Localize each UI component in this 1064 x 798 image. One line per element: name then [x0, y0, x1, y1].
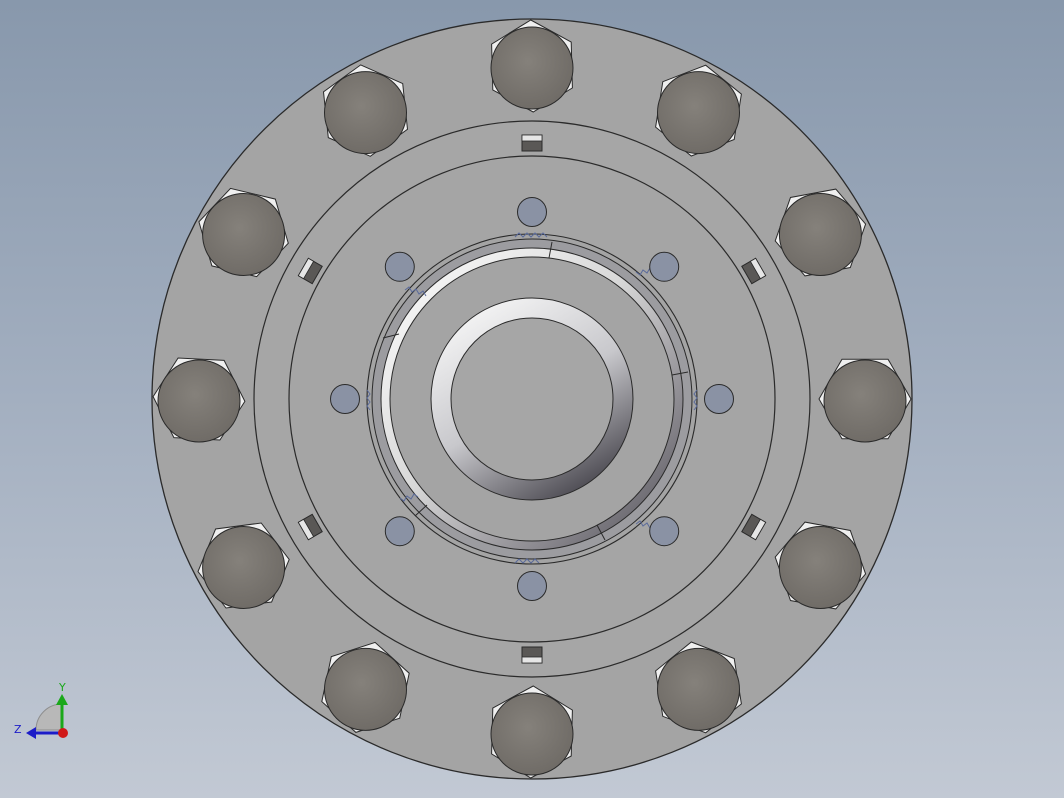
pin-hole: [704, 384, 734, 414]
bolt-head: [202, 193, 286, 276]
flange-assembly[interactable]: [151, 18, 913, 780]
hub-center-boss[interactable]: [450, 317, 614, 481]
triad-y-label: Y: [58, 681, 66, 694]
triad-z-label: Z: [14, 723, 22, 736]
bolt-head: [157, 359, 241, 443]
triad-quadrant-arc: [35, 703, 63, 731]
bolt-head: [657, 647, 740, 731]
pin-hole: [384, 251, 415, 282]
set-screw: [521, 134, 543, 152]
pin-hole: [649, 516, 680, 547]
bolt-head: [657, 71, 740, 155]
cad-viewport[interactable]: Y Z: [0, 0, 1064, 798]
bolt-head: [778, 193, 862, 276]
triad-z-arrowhead: [26, 727, 36, 739]
bolt-head: [490, 26, 574, 110]
pin-hole: [384, 516, 415, 547]
pin-hole: [517, 571, 547, 601]
bolt-head: [490, 692, 574, 776]
pin-hole: [649, 251, 680, 282]
bolt-head: [324, 71, 407, 155]
bolt-head: [823, 359, 907, 443]
pin-hole: [517, 197, 547, 227]
coordinate-triad[interactable]: Y Z: [14, 681, 68, 739]
bolt-head: [202, 526, 286, 609]
bolt-head: [324, 647, 407, 731]
pin-hole: [330, 384, 360, 414]
triad-y-arrowhead: [56, 694, 68, 705]
set-screw: [521, 646, 543, 664]
triad-x-origin: [58, 728, 68, 738]
bolt-head: [778, 526, 862, 609]
